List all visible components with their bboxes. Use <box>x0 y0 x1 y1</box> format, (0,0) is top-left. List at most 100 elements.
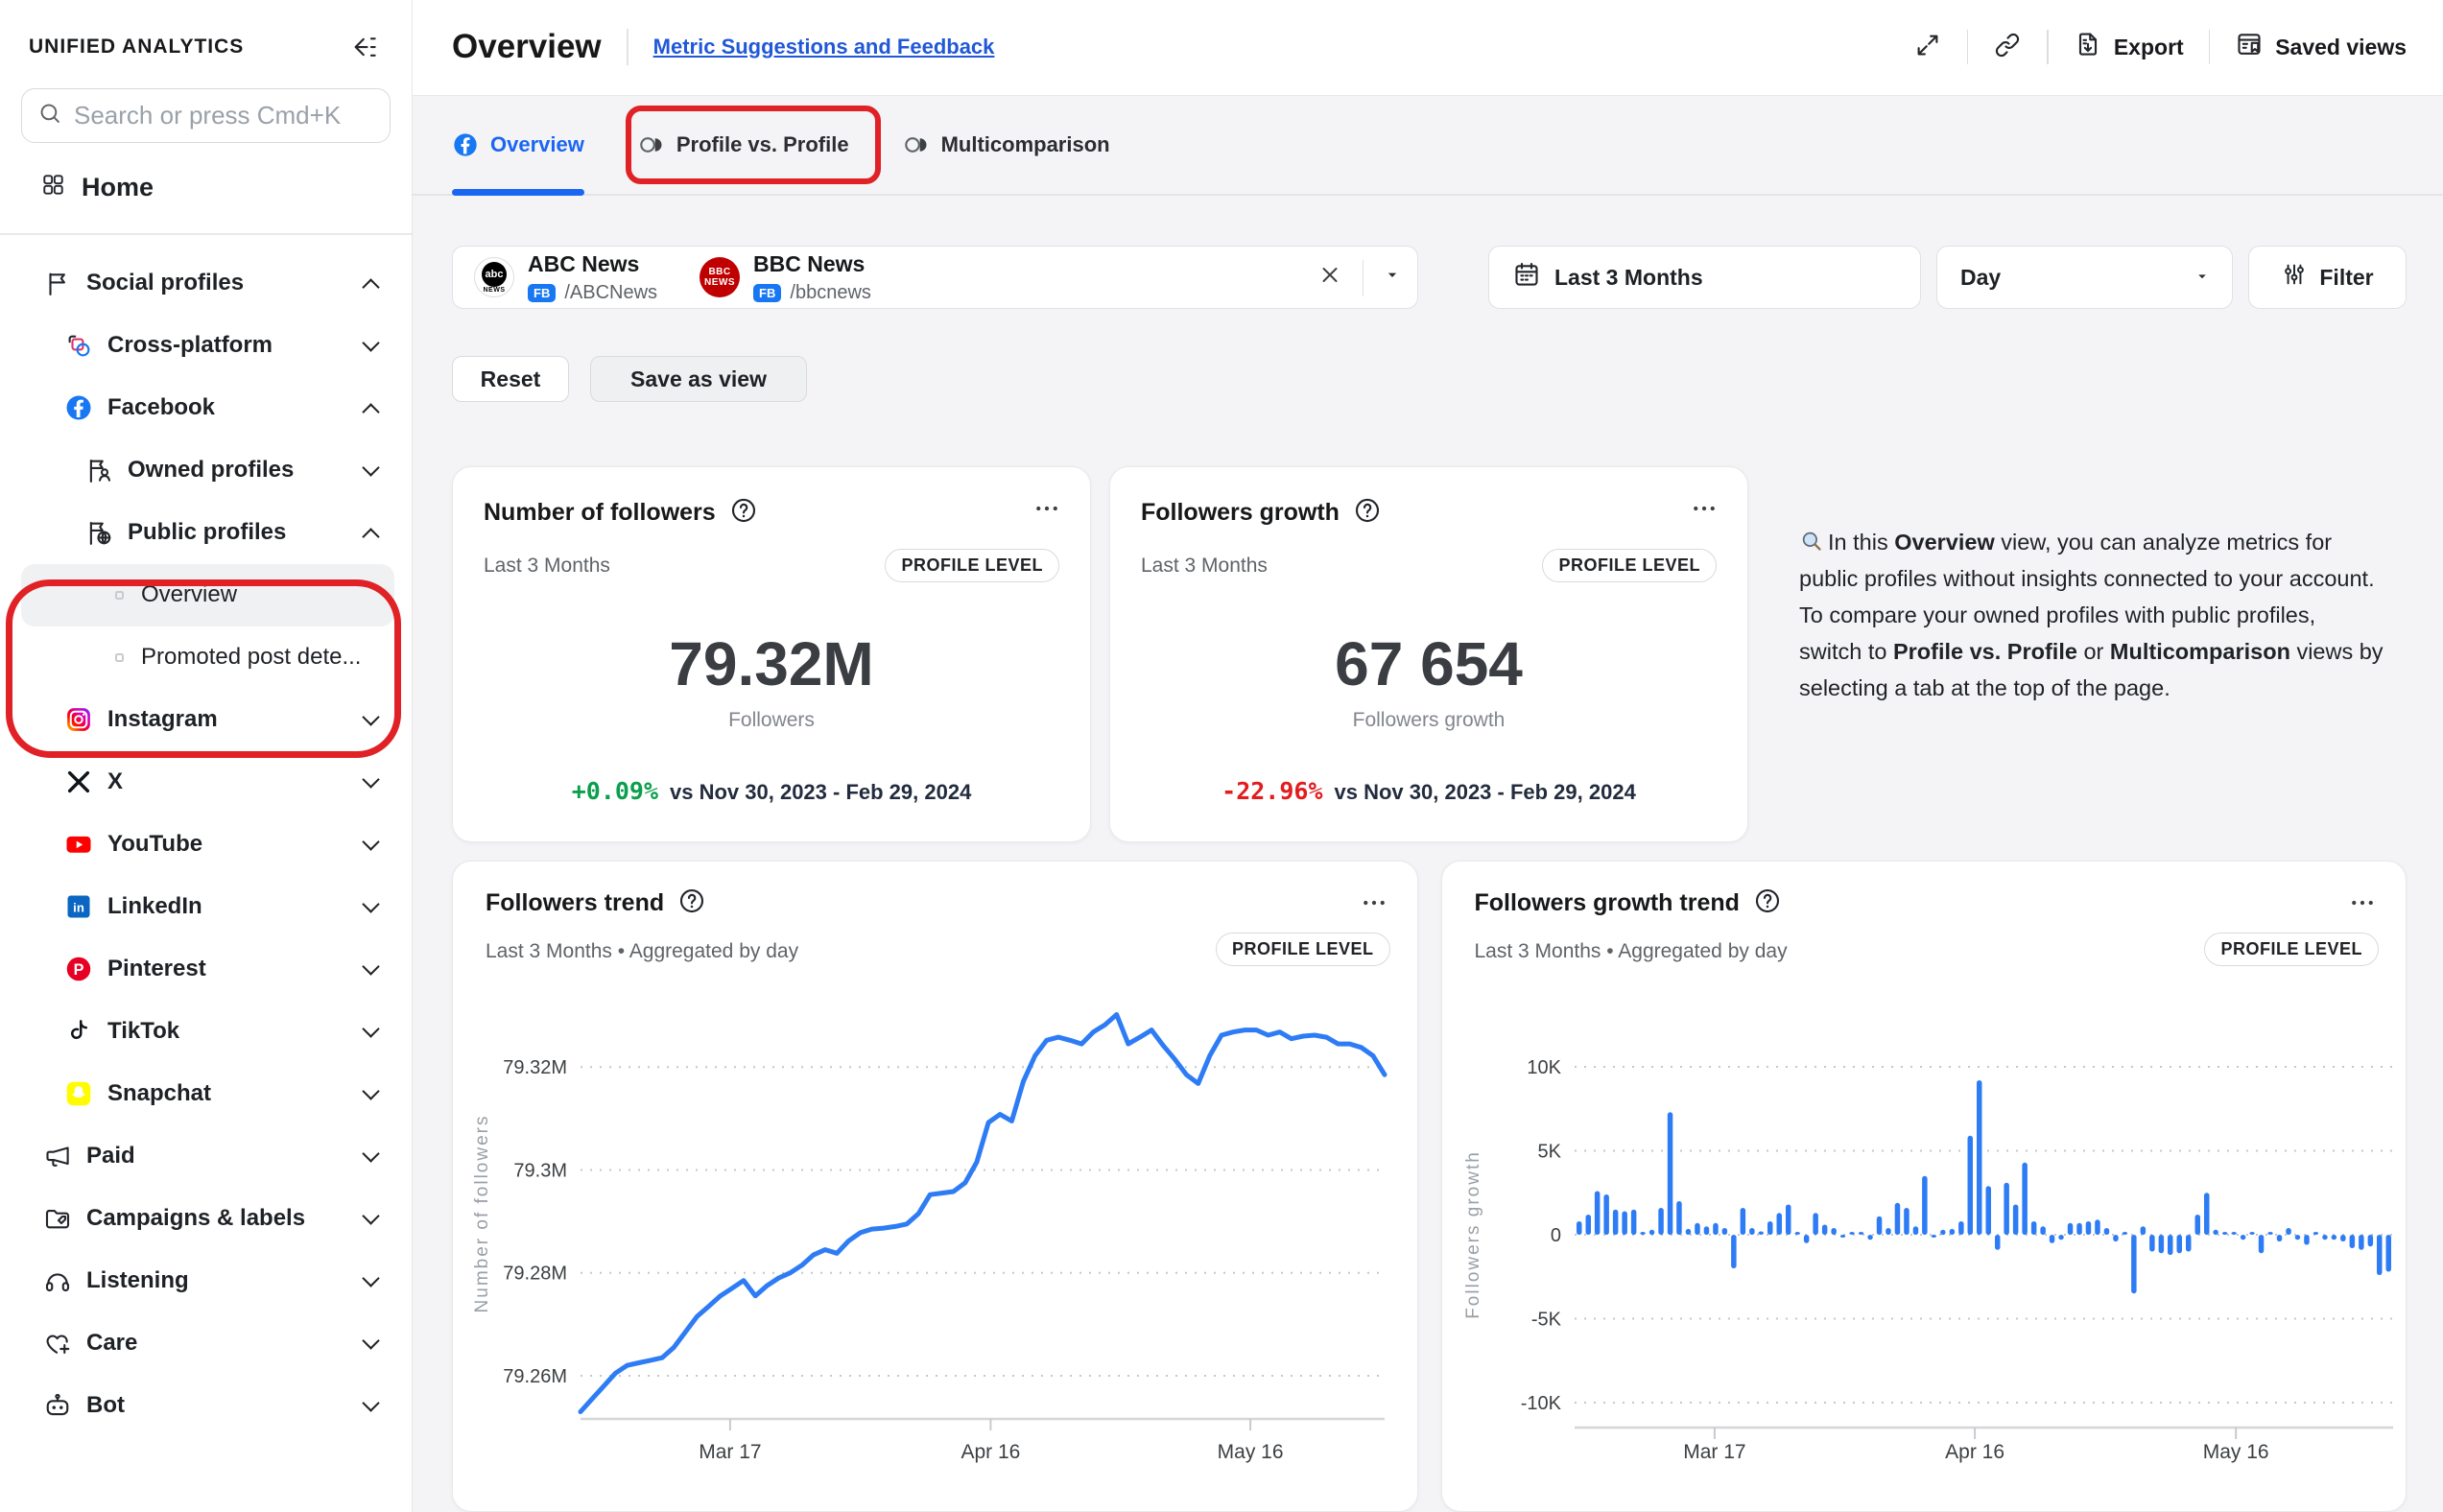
ellipsis-icon <box>1690 494 1719 523</box>
owned-icon <box>84 456 113 484</box>
sidebar-item-instagram[interactable]: Instagram <box>0 689 412 751</box>
sidebar-item-paid[interactable]: Paid <box>0 1125 412 1188</box>
sidebar-item-overview[interactable]: Overview <box>21 564 394 626</box>
x-icon <box>64 768 93 796</box>
question-icon <box>1753 886 1782 915</box>
header-actions: Export Saved views <box>1913 30 2407 64</box>
profile-selector[interactable]: abcNEWSABC News FB /ABCNews BBCNEWSBBC Ne… <box>452 246 1418 309</box>
bot-icon <box>43 1391 72 1420</box>
tab-profile-vs-profile[interactable]: Profile vs. Profile <box>638 96 849 194</box>
chevron-down-icon <box>362 1394 379 1411</box>
reset-button[interactable]: Reset <box>452 356 569 402</box>
sidebar-item-bot[interactable]: Bot <box>0 1375 412 1437</box>
campaigns-icon <box>43 1204 72 1233</box>
search-icon <box>37 101 62 130</box>
snapchat-icon <box>64 1079 93 1108</box>
card-menu-button[interactable] <box>1032 494 1061 528</box>
collapse-sidebar-button[interactable] <box>350 33 379 61</box>
sidebar-item-listening[interactable]: Listening <box>0 1250 412 1312</box>
sidebar-item-x[interactable]: X <box>0 751 412 814</box>
help-icon[interactable] <box>1753 886 1782 920</box>
tab-multicomparison[interactable]: Multicomparison <box>903 96 1110 194</box>
sidebar-home-label: Home <box>82 173 154 202</box>
svg-text:Apr 16: Apr 16 <box>1945 1441 2004 1463</box>
question-icon <box>677 886 706 915</box>
sidebar-item-snapchat[interactable]: Snapchat <box>0 1063 412 1125</box>
card-menu-button[interactable] <box>1360 888 1388 922</box>
profile-dropdown-caret[interactable] <box>1383 266 1402 290</box>
sidebar-item-youtube[interactable]: YouTube <box>0 814 412 876</box>
sidebar-item-home[interactable]: Home <box>0 156 412 218</box>
card-menu-button[interactable] <box>2348 888 2377 922</box>
svg-text:-10K: -10K <box>1520 1393 1561 1414</box>
view-actions: Reset Save as view <box>452 356 2443 402</box>
sidebar-item-tiktok[interactable]: TikTok <box>0 1001 412 1063</box>
facebook-network-badge: FB <box>528 284 556 302</box>
profile-chip-bbc-news[interactable]: BBCNEWSBBC News FB /bbcnews <box>700 251 871 304</box>
export-icon <box>2074 30 2102 64</box>
sidebar-item-campaigns-labels[interactable]: Campaigns & labels <box>0 1188 412 1250</box>
sidebar: UNIFIED ANALYTICS Home Social profilesCr… <box>0 0 413 1512</box>
help-icon[interactable] <box>1353 496 1382 530</box>
save-as-view-button[interactable]: Save as view <box>590 356 807 402</box>
growth-value: 67 654 <box>1335 628 1523 699</box>
sidebar-item-care[interactable]: Care <box>0 1312 412 1375</box>
sidebar-item-social-profiles[interactable]: Social profiles <box>0 252 412 315</box>
saved-views-icon <box>2235 30 2264 59</box>
sidebar-item-public-profiles[interactable]: Public profiles <box>0 502 412 564</box>
chevron-down-icon <box>362 1082 379 1099</box>
expand-icon <box>1913 31 1942 59</box>
svg-text:5K: 5K <box>1537 1142 1561 1163</box>
svg-text:79.3M: 79.3M <box>513 1161 567 1182</box>
help-icon[interactable] <box>729 496 758 530</box>
granularity-select[interactable]: Day <box>1936 246 2233 309</box>
clear-profiles-button[interactable] <box>1317 263 1342 293</box>
chevron-down-icon <box>362 1269 379 1287</box>
copy-link-button[interactable] <box>1993 31 2022 64</box>
facebook-icon <box>64 393 93 422</box>
sidebar-item-linkedin[interactable]: inLinkedIn <box>0 876 412 938</box>
card-menu-button[interactable] <box>1690 494 1719 528</box>
chevron-down-icon <box>362 1207 379 1224</box>
search-input[interactable] <box>74 101 395 130</box>
expand-button[interactable] <box>1913 31 1942 64</box>
sidebar-nav: Social profilesCross-platformFacebookOwn… <box>0 252 412 1437</box>
export-icon <box>2074 30 2102 59</box>
sidebar-item-facebook[interactable]: Facebook <box>0 377 412 439</box>
sidebar-item-cross-platform[interactable]: Cross-platform <box>0 315 412 377</box>
followers-growth-trend-card: Followers growth trend Last 3 Months • A… <box>1441 861 2407 1512</box>
saved-views-icon <box>2235 30 2264 64</box>
caret-down-icon <box>2194 268 2211 285</box>
chevron-down-icon <box>362 1145 379 1162</box>
growth-delta: -22.96% <box>1222 777 1322 805</box>
compare-icon <box>638 131 665 158</box>
sidebar-item-pinterest[interactable]: PPinterest <box>0 938 412 1001</box>
overview-info-text: In this Overview view, you can analyze m… <box>1799 524 2384 842</box>
followers-delta: +0.09% <box>572 777 658 805</box>
profile-chip-abc-news[interactable]: abcNEWSABC News FB /ABCNews <box>474 251 657 304</box>
export-button[interactable]: Export <box>2074 30 2184 64</box>
metric-suggestions-link[interactable]: Metric Suggestions and Feedback <box>653 35 995 59</box>
facebook-icon <box>452 131 479 158</box>
search-icon <box>37 101 62 126</box>
svg-text:Followers growth: Followers growth <box>1463 1150 1483 1319</box>
profile-level-badge: PROFILE LEVEL <box>885 549 1059 582</box>
metric-cards-row: Number of followers Last 3 Months PROFIL… <box>452 466 2407 842</box>
help-icon[interactable] <box>677 886 706 920</box>
date-range-picker[interactable]: Last 3 Months <box>1488 246 1921 309</box>
followers-growth-card: Followers growth Last 3 Months PROFILE L… <box>1109 466 1748 842</box>
sidebar-item-owned-profiles[interactable]: Owned profiles <box>0 439 412 502</box>
card-title: Number of followers <box>484 499 716 527</box>
link-icon <box>1993 31 2022 59</box>
filter-button[interactable]: Filter <box>2248 246 2407 309</box>
saved-views-button[interactable]: Saved views <box>2235 30 2407 64</box>
svg-text:0: 0 <box>1550 1225 1560 1246</box>
svg-text:P: P <box>74 961 84 979</box>
sidebar-item-promoted-post-dete[interactable]: Promoted post dete... <box>0 626 412 689</box>
sidebar-search[interactable] <box>21 88 391 143</box>
page-header: Overview Metric Suggestions and Feedback… <box>413 0 2443 96</box>
tab-overview[interactable]: Overview <box>452 96 584 194</box>
flag-icon <box>43 269 72 297</box>
chevron-up-icon <box>362 403 379 420</box>
calendar-icon <box>1512 260 1541 295</box>
